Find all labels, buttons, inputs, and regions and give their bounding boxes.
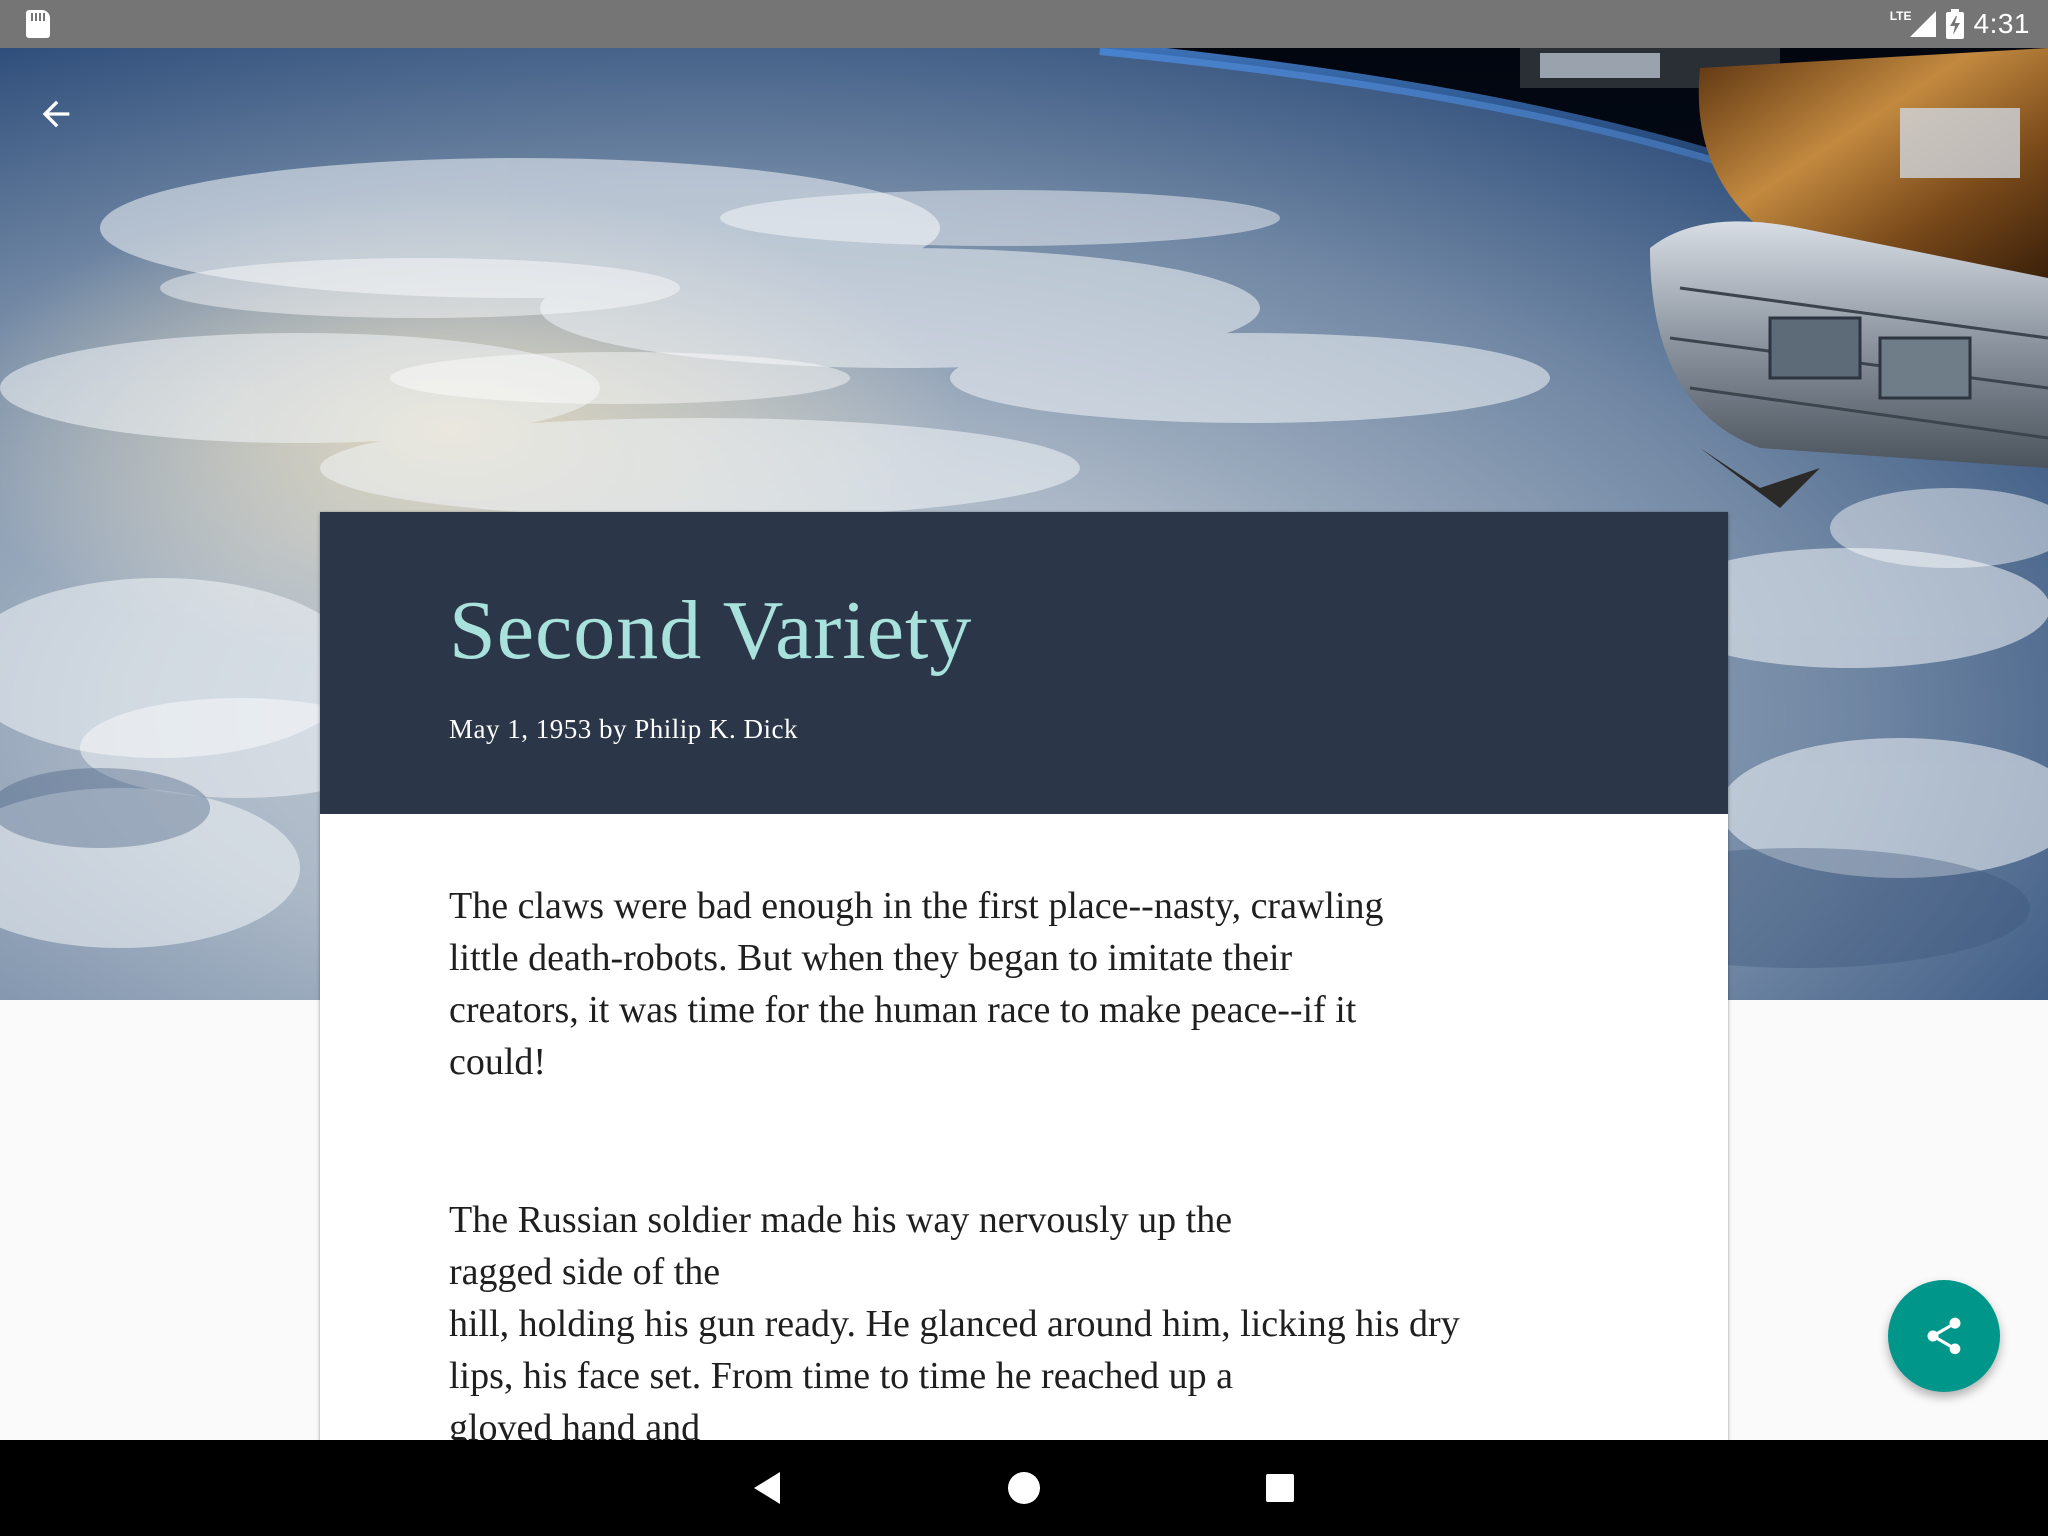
clock: 4:31: [1973, 8, 2030, 39]
status-bar: LTE 4:31: [0, 0, 2048, 48]
article-card: Second Variety May 1, 1953 by Philip K. …: [320, 512, 1728, 1536]
article-body: The claws were bad enough in the first p…: [320, 814, 1728, 1454]
article-meta: May 1, 1953 by Philip K. Dick: [449, 714, 798, 744]
battery-charging-icon: [1945, 9, 1964, 39]
screen: LTE 4:31 Second Variety May 1, 1953 by P…: [0, 0, 2048, 1536]
sd-card-icon: [26, 10, 50, 38]
nav-home-button[interactable]: [996, 1460, 1052, 1516]
article-header: Second Variety May 1, 1953 by Philip K. …: [320, 512, 1728, 814]
signal-icon: [1909, 11, 1936, 37]
nav-recents-icon: [1266, 1474, 1294, 1502]
navigation-bar: [0, 1440, 2048, 1536]
article-text: The Russian soldier made his way nervous…: [449, 1199, 1460, 1449]
network-type-label: LTE: [1889, 9, 1912, 23]
nav-home-icon: [1008, 1472, 1040, 1504]
arrow-back-icon: [42, 100, 70, 128]
nav-back-icon: [754, 1472, 780, 1504]
article-summary: The claws were bad enough in the first p…: [449, 885, 1384, 1083]
status-indicators: LTE 4:31: [1890, 0, 2030, 48]
nav-recents-button[interactable]: [1252, 1460, 1308, 1516]
share-icon: [1927, 1317, 1961, 1355]
article-title: Second Variety: [449, 584, 973, 677]
share-button[interactable]: [1888, 1280, 2000, 1392]
nav-back-button[interactable]: [740, 1460, 796, 1516]
back-button[interactable]: [28, 86, 84, 142]
